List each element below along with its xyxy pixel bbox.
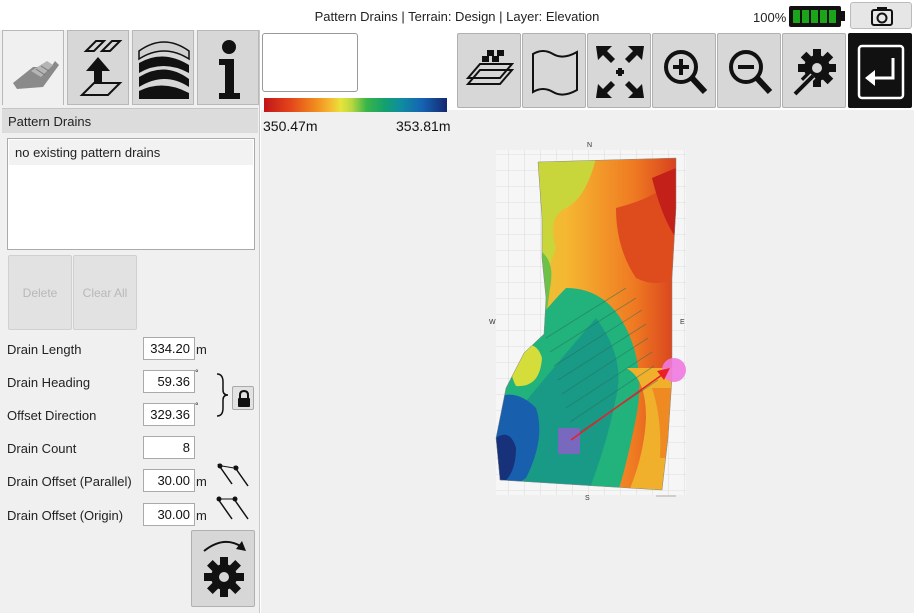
terrain-tab[interactable] [132, 30, 194, 105]
parallel-offset-icon [217, 463, 249, 487]
drain-list[interactable]: no existing pattern drains [7, 138, 255, 250]
drain-origin-marker[interactable] [558, 428, 580, 454]
compass-east: E [680, 319, 685, 326]
clear-all-button[interactable]: Clear All [73, 255, 137, 330]
drain-length-input[interactable] [143, 337, 195, 360]
battery-percent: 100% [753, 10, 787, 25]
drain-offset-origin-label: Drain Offset (Origin) [7, 508, 124, 523]
upload-tab[interactable] [67, 30, 129, 105]
zoom-out-icon [729, 50, 773, 95]
drain-heading-input[interactable] [143, 370, 195, 393]
drain-offset-parallel-unit: m [196, 474, 207, 489]
drain-length-unit: m [196, 342, 207, 357]
offset-direction-label: Offset Direction [7, 408, 97, 423]
list-item[interactable]: no existing pattern drains [9, 140, 253, 165]
grid-layer-button[interactable] [457, 33, 521, 108]
zoom-in-button[interactable] [652, 33, 716, 108]
rotate-gear-icon [203, 540, 246, 597]
link-brace-icon [216, 373, 229, 417]
info-icon [219, 40, 240, 99]
offset-direction-unit: ° [195, 401, 199, 411]
exit-button[interactable] [848, 33, 912, 108]
drain-settings-button[interactable] [191, 530, 255, 607]
compass-south: S [585, 495, 590, 502]
terrain-layers-icon [138, 41, 190, 99]
field-drain-icon [13, 61, 59, 89]
delete-button[interactable]: Delete [8, 255, 72, 330]
compass-north: N [587, 142, 592, 149]
elevation-map[interactable]: N S W E [476, 138, 702, 508]
compass-west: W [489, 319, 496, 326]
drain-offset-origin-input[interactable] [143, 503, 195, 526]
map-icon [532, 50, 578, 96]
layer-upload-icon [79, 40, 123, 96]
lock-heading-button[interactable] [232, 386, 254, 410]
offset-direction-input[interactable] [143, 403, 195, 426]
drain-offset-parallel-label: Drain Offset (Parallel) [7, 474, 132, 489]
title-bar: Pattern Drains | Terrain: Design | Layer… [0, 0, 914, 33]
origin-offset-icon [216, 496, 249, 520]
exit-icon [857, 44, 905, 100]
camera-icon [871, 7, 893, 26]
elevation-max-label: 353.81m [396, 118, 451, 134]
map-button[interactable] [522, 33, 586, 108]
screenshot-button[interactable] [850, 2, 912, 29]
drain-heading-label: Drain Heading [7, 375, 91, 390]
zoom-extents-icon [596, 46, 644, 98]
lock-icon [238, 389, 250, 407]
drain-heading-unit: ° [195, 368, 199, 378]
drain-count-input[interactable] [143, 436, 195, 459]
drain-count-label: Drain Count [7, 441, 77, 456]
battery-icon [789, 6, 841, 27]
pattern-drains-tab[interactable] [2, 30, 64, 105]
section-header: Pattern Drains [2, 108, 258, 133]
settings-button[interactable] [782, 33, 846, 108]
zoom-in-icon [664, 50, 708, 95]
drain-length-label: Drain Length [7, 342, 82, 357]
info-tab[interactable] [197, 30, 259, 105]
elevation-color-bar [264, 98, 447, 112]
settings-wrench-icon [792, 49, 836, 97]
legend-swatch-box [262, 33, 358, 92]
grid-layer-icon [465, 50, 515, 85]
left-panel: Pattern Drains no existing pattern drain… [0, 30, 260, 613]
drain-offset-parallel-input[interactable] [143, 469, 195, 492]
elevation-min-label: 350.47m [263, 118, 318, 134]
zoom-out-button[interactable] [717, 33, 781, 108]
drain-offset-origin-unit: m [196, 508, 207, 523]
battery-tip [841, 11, 845, 21]
zoom-extents-button[interactable] [587, 33, 651, 108]
